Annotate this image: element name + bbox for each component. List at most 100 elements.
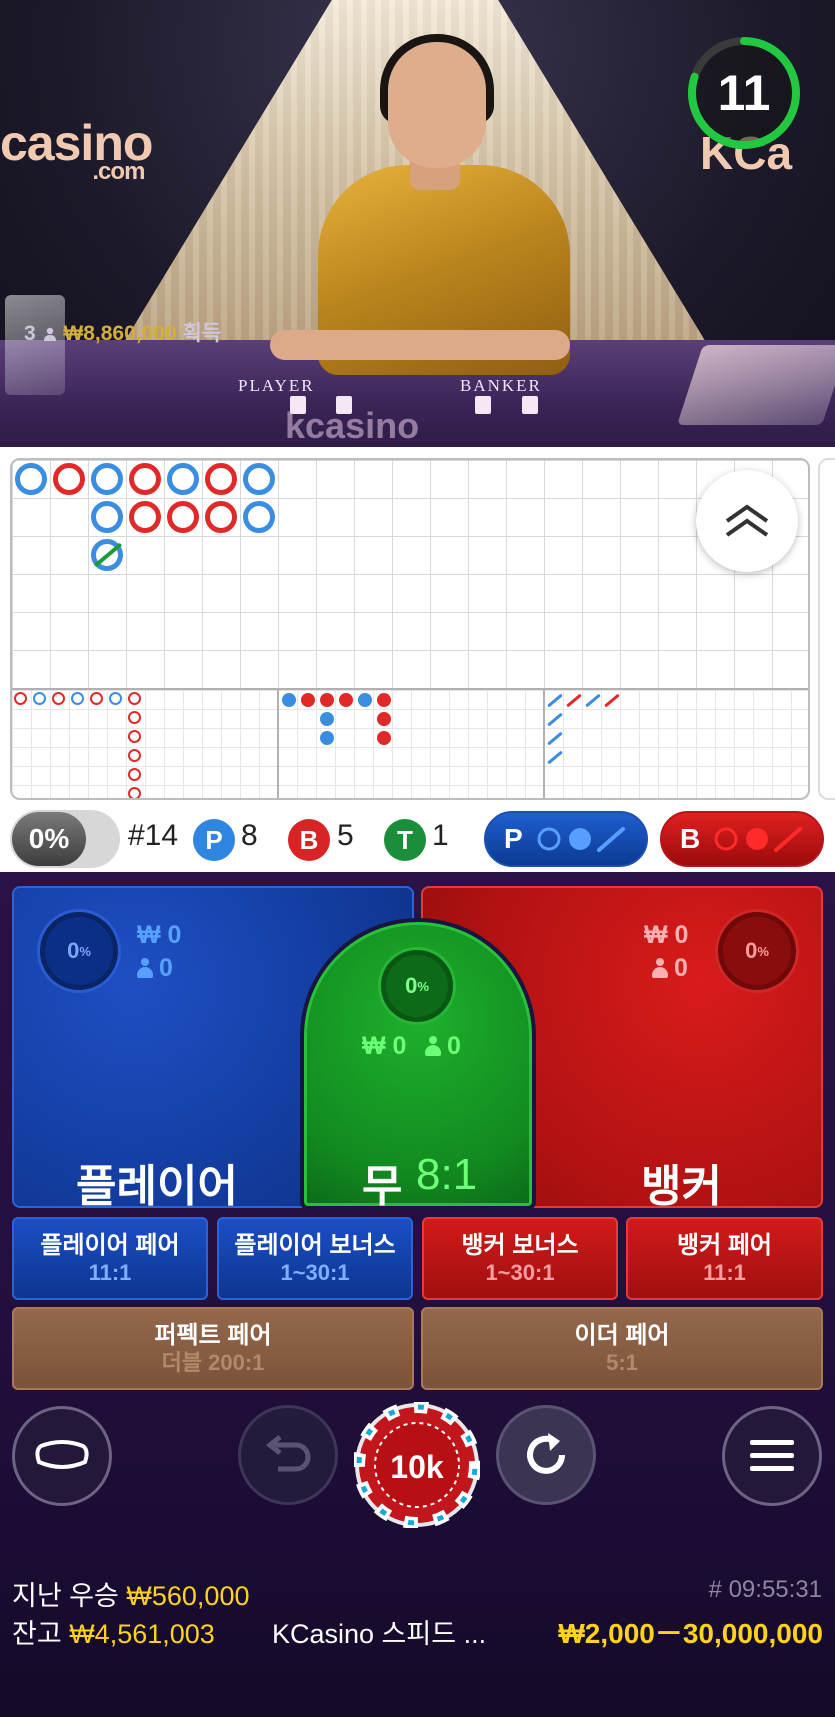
table-icon bbox=[35, 1440, 89, 1469]
small-ring-banker bbox=[128, 711, 141, 724]
dot-banker bbox=[301, 693, 315, 707]
secondary-scoreboard-edge[interactable] bbox=[818, 458, 835, 800]
undo-icon bbox=[265, 1435, 311, 1472]
bead-player bbox=[243, 501, 275, 533]
perfect-pair-odds: 더블 200:1 bbox=[161, 1350, 265, 1376]
undo-button[interactable] bbox=[238, 1405, 338, 1505]
prediction-symbols-icon bbox=[537, 827, 625, 852]
dot-banker bbox=[339, 693, 353, 707]
stats-bar: 0% #14 P 8 B 5 T 1 P B bbox=[0, 805, 835, 871]
tie-count: 1 bbox=[432, 819, 449, 852]
prediction-symbols-icon bbox=[714, 827, 803, 852]
player-bet-label: 플레이어 bbox=[76, 1162, 238, 1211]
tie-odds: 8:1 bbox=[416, 1150, 478, 1199]
balance-amount: ₩4,561,003 bbox=[69, 1619, 215, 1649]
dot-banker bbox=[320, 693, 334, 707]
bead-player bbox=[91, 501, 123, 533]
menu-icon bbox=[750, 1440, 794, 1471]
tie-badge: T bbox=[384, 819, 426, 861]
bead-player bbox=[91, 463, 123, 495]
player-pair-odds: 11:1 bbox=[88, 1260, 132, 1286]
bead-player bbox=[15, 463, 47, 495]
predict-player-button[interactable]: P bbox=[484, 811, 648, 867]
person-icon bbox=[137, 958, 153, 978]
tie-percent-ring: 0% bbox=[381, 950, 453, 1022]
banker-bonus-odds: 1~30:1 bbox=[485, 1260, 555, 1286]
dot-banker bbox=[377, 712, 391, 726]
predict-player-label: P bbox=[504, 823, 523, 854]
last-win: 지난 우승 ₩560,000 bbox=[12, 1574, 249, 1613]
dealer-hands bbox=[270, 330, 570, 360]
player-total-amount: ₩ 0 bbox=[137, 921, 182, 949]
bead-banker bbox=[205, 463, 237, 495]
banker-badge: B bbox=[288, 819, 330, 861]
round-timestamp: # 09:55:31 bbox=[708, 1576, 822, 1603]
bet-either-pair[interactable]: 이더 페어 5:1 bbox=[421, 1307, 823, 1390]
bet-player-pair[interactable]: 플레이어 페어 11:1 bbox=[12, 1217, 208, 1300]
discard-tray bbox=[677, 345, 835, 425]
casino-logo-left: casino .com bbox=[0, 115, 153, 185]
table-view-button[interactable] bbox=[12, 1406, 112, 1506]
either-pair-label: 이더 페어 bbox=[574, 1322, 670, 1349]
either-pair-odds: 5:1 bbox=[606, 1350, 638, 1376]
scoreboard[interactable] bbox=[10, 458, 810, 800]
dot-player bbox=[320, 712, 334, 726]
player-percent-ring: 0% bbox=[40, 912, 118, 990]
winners-suffix: 획득 bbox=[182, 322, 222, 345]
table-logo: kcasino bbox=[285, 405, 420, 446]
person-icon bbox=[652, 958, 668, 978]
balance: 잔고 ₩4,561,003 bbox=[12, 1612, 215, 1651]
small-ring-banker bbox=[90, 692, 103, 705]
bead-banker bbox=[129, 501, 161, 533]
banker-total-amount: ₩ 0 bbox=[644, 921, 689, 949]
small-ring-banker bbox=[14, 692, 27, 705]
last-win-amount: ₩560,000 bbox=[126, 1581, 250, 1611]
bet-banker-bonus[interactable]: 뱅커 보너스 1~30:1 bbox=[422, 1217, 618, 1300]
winners-amount: ₩8,860,000 bbox=[63, 322, 177, 345]
predict-banker-label: B bbox=[680, 823, 701, 854]
menu-button[interactable] bbox=[722, 1406, 822, 1506]
repeat-icon bbox=[527, 1433, 565, 1474]
banker-pair-label: 뱅커 페어 bbox=[677, 1232, 772, 1259]
bet-limits: ₩2,000－30,000,000 bbox=[558, 1618, 823, 1649]
player-bonus-label: 플레이어 보너스 bbox=[234, 1232, 396, 1259]
predict-banker-button[interactable]: B bbox=[660, 811, 824, 867]
banker-bettor-count: 0 bbox=[652, 954, 688, 983]
person-icon bbox=[425, 1036, 441, 1056]
tie-bettor-count: 0 bbox=[425, 1032, 461, 1061]
countdown-timer: 11 bbox=[717, 65, 771, 121]
live-video-feed: casino .com KCa PLAYER BANKER kcasino 3 ₩… bbox=[0, 0, 835, 447]
perfect-pair-label: 퍼펙트 페어 bbox=[154, 1322, 272, 1349]
expand-scoreboard-button[interactable] bbox=[696, 470, 798, 572]
bet-player-bonus[interactable]: 플레이어 보너스 1~30:1 bbox=[217, 1217, 413, 1300]
double-chevron-up-icon bbox=[725, 504, 769, 537]
winners-banner: 3 ₩8,860,000 획득 bbox=[24, 317, 221, 347]
table-name[interactable]: KCasino 스피드 ... bbox=[272, 1612, 486, 1651]
small-ring-player bbox=[109, 692, 122, 705]
banker-bonus-label: 뱅커 보너스 bbox=[461, 1232, 579, 1259]
small-ring-banker bbox=[128, 787, 141, 798]
bet-perfect-pair[interactable]: 퍼펙트 페어 더블 200:1 bbox=[12, 1307, 414, 1390]
chip-value: 10k bbox=[390, 1448, 444, 1485]
bead-banker bbox=[205, 501, 237, 533]
derived-roads-grid bbox=[12, 688, 808, 798]
repeat-bet-button[interactable] bbox=[496, 1405, 596, 1505]
banker-card bbox=[522, 396, 538, 414]
player-badge: P bbox=[193, 819, 235, 861]
tie-total-amount: ₩ 0 bbox=[362, 1032, 407, 1060]
banker-count: 5 bbox=[337, 819, 354, 852]
bet-banker-pair[interactable]: 뱅커 페어 11:1 bbox=[626, 1217, 823, 1300]
bead-player bbox=[243, 463, 275, 495]
table-label-banker: BANKER bbox=[460, 376, 542, 395]
winners-count: 3 bbox=[24, 322, 36, 345]
banker-bet-label: 뱅커 bbox=[641, 1162, 722, 1211]
grid-divider bbox=[543, 688, 545, 798]
last-win-label: 지난 우승 bbox=[12, 1581, 119, 1611]
person-icon bbox=[43, 327, 56, 341]
small-ring-banker bbox=[128, 749, 141, 762]
small-ring-banker bbox=[128, 768, 141, 781]
dealer-head bbox=[388, 42, 486, 168]
percent-toggle-knob[interactable]: 0% bbox=[12, 812, 86, 866]
player-pair-label: 플레이어 페어 bbox=[40, 1232, 180, 1259]
dot-banker bbox=[377, 693, 391, 707]
